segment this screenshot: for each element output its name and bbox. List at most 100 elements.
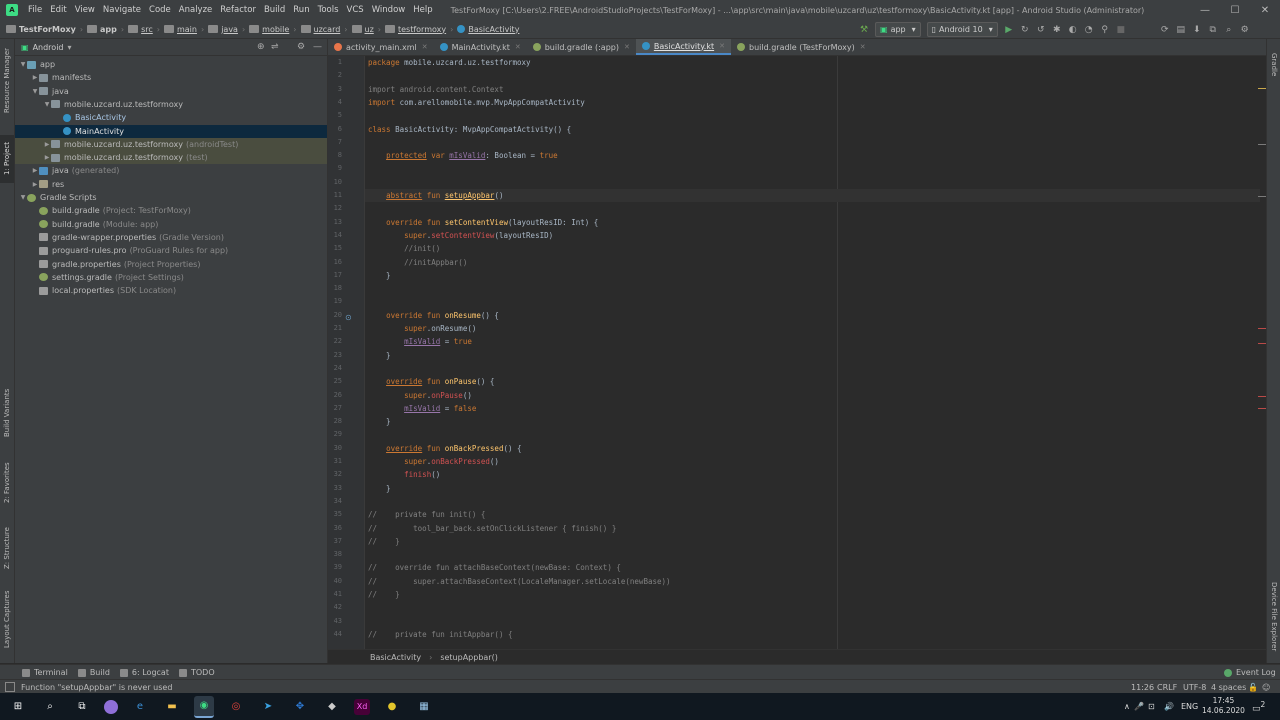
collapsed-arrow-icon[interactable]: ▶ [43,154,51,161]
tree-item[interactable]: build.gradle (Module: app) [15,218,327,231]
mic-icon[interactable]: 🎤 [1134,702,1144,711]
locate-file-icon[interactable]: ⊕ [257,42,265,52]
error-stripe[interactable] [1258,56,1266,649]
menu-run[interactable]: Run [289,5,313,15]
colorful-app-icon[interactable]: ● [382,697,402,717]
editor-tab[interactable]: activity_main.xml ✕ [328,39,434,55]
project-tab[interactable]: 1: Project [0,135,14,183]
crumb-src[interactable]: src [128,25,153,34]
close-tab-icon[interactable]: ✕ [515,43,521,51]
crumb-java[interactable]: java [208,25,238,34]
crumb-mobile[interactable]: mobile [249,25,289,34]
minimize-button[interactable]: — [1190,0,1220,20]
tree-item[interactable]: proguard-rules.pro (ProGuard Rules for ap… [15,244,327,257]
sync-gradle-icon[interactable]: ⟳ [1159,24,1171,36]
hide-panel-icon[interactable]: — [313,42,322,52]
edge-icon[interactable]: e [130,697,150,717]
profile-icon[interactable]: ◔ [1083,24,1095,36]
settings-icon[interactable]: ⚙ [1239,24,1251,36]
terminal-tab[interactable]: Terminal [22,668,68,677]
override-marker-icon[interactable]: ⊙ [345,313,352,322]
error-stripe-mark[interactable] [1258,88,1266,89]
menu-code[interactable]: Code [145,5,175,15]
tree-item[interactable]: local.properties (SDK Location) [15,284,327,297]
menu-help[interactable]: Help [409,5,436,15]
error-stripe-mark[interactable] [1258,396,1266,397]
inspector-icon[interactable]: ☺ [1262,683,1270,692]
code-editor[interactable]: package mobile.uzcard.uz.testformoxy impo… [365,56,1260,649]
layout-captures-tab[interactable]: Layout Captures [0,589,14,649]
lock-icon[interactable]: 🔓 [1248,683,1258,692]
tree-item[interactable]: BasicActivity [15,111,327,124]
windows-start-icon[interactable]: ⊞ [8,697,28,717]
vpn-icon[interactable]: ✥ [290,697,310,717]
telegram-icon[interactable]: ➤ [258,697,278,717]
run-config-select[interactable]: ▣ app ▾ [875,22,921,37]
tree-item[interactable]: ▶ java (generated) [15,164,327,177]
collapsed-arrow-icon[interactable]: ▶ [31,181,39,188]
crumb-function[interactable]: setupAppbar() [440,653,498,662]
crumb-project[interactable]: TestForMoxy [6,25,76,34]
sdk-manager-icon[interactable]: ⬇ [1191,24,1203,36]
tree-item[interactable]: ▼ Gradle Scripts [15,191,327,204]
crumb-testformoxy[interactable]: testformoxy [384,25,446,34]
line-separator[interactable]: CRLF [1157,683,1177,692]
expanded-arrow-icon[interactable]: ▼ [19,61,27,68]
gear-icon[interactable]: ⚙ [297,42,305,52]
close-tab-icon[interactable]: ✕ [860,43,866,51]
error-stripe-mark[interactable] [1258,196,1266,197]
expanded-arrow-icon[interactable]: ▼ [31,88,39,95]
crumb-app[interactable]: app [87,25,117,34]
file-explorer-icon[interactable]: ▬ [162,697,182,717]
chevron-up-icon[interactable]: ∧ [1124,702,1130,711]
favorites-tab[interactable]: 2: Favorites [0,457,14,509]
editor-tab[interactable]: build.gradle (:app) ✕ [527,39,636,55]
maximize-button[interactable]: ☐ [1220,0,1250,20]
layout-inspector-icon[interactable]: ⧉ [1207,24,1219,36]
tree-item[interactable]: settings.gradle (Project Settings) [15,271,327,284]
collapsed-arrow-icon[interactable]: ▶ [31,167,39,174]
search-icon[interactable]: ⌕ [40,697,60,717]
menu-vcs[interactable]: VCS [343,5,368,15]
editor-tab[interactable]: BasicActivity.kt ✕ [635,39,731,55]
crumb-class[interactable]: BasicActivity [370,653,421,662]
run-with-coverage-icon[interactable]: ◐ [1067,24,1079,36]
dbeaver-icon[interactable]: ◆ [322,697,342,717]
menu-tools[interactable]: Tools [314,5,343,15]
resource-manager-tab[interactable]: Resource Manager [0,45,14,115]
structure-tab[interactable]: Z: Structure [0,523,14,573]
close-tab-icon[interactable]: ✕ [719,42,725,50]
expanded-arrow-icon[interactable]: ▼ [19,194,27,201]
menu-navigate[interactable]: Navigate [99,5,145,15]
hammer-icon[interactable]: ⚒ [858,24,870,36]
error-stripe-mark[interactable] [1258,408,1266,409]
event-log-tab[interactable]: Event Log [1224,668,1276,677]
error-stripe-mark[interactable] [1258,328,1266,329]
build-tab[interactable]: Build [77,668,110,677]
todo-tab[interactable]: TODO [178,668,215,677]
apply-code-changes-icon[interactable]: ↺ [1035,24,1047,36]
device-file-explorer-tab[interactable]: Device File Explorer [1267,575,1280,659]
tree-item[interactable]: ▶ res [15,178,327,191]
tree-item[interactable]: MainActivity [15,124,327,138]
tree-item[interactable]: ▼ java [15,85,327,98]
error-stripe-mark[interactable] [1258,144,1266,145]
notepad-icon[interactable]: ▦ [414,697,434,717]
chrome-icon[interactable]: ◎ [226,697,246,717]
search-icon[interactable]: ⌕ [1223,24,1235,36]
tree-item[interactable]: gradle-wrapper.properties (Gradle Version… [15,231,327,244]
collapsed-arrow-icon[interactable]: ▶ [43,141,51,148]
menu-edit[interactable]: Edit [46,5,70,15]
caret-position[interactable]: 11:26 [1131,683,1154,692]
app-circle-icon[interactable] [104,699,118,714]
crumb-main[interactable]: main [163,25,197,34]
crumb-uz[interactable]: uz [351,25,374,34]
attach-debugger-icon[interactable]: ⚲ [1099,24,1111,36]
run-icon[interactable]: ▶ [1003,24,1015,36]
project-view-select[interactable]: Android [33,43,64,52]
menu-file[interactable]: File [24,5,46,15]
logcat-tab[interactable]: 6: Logcat [119,668,169,677]
language-indicator[interactable]: ENG [1181,702,1198,711]
tree-item[interactable]: gradle.properties (Project Properties) [15,258,327,271]
editor-tab[interactable]: MainActivity.kt ✕ [434,39,527,55]
